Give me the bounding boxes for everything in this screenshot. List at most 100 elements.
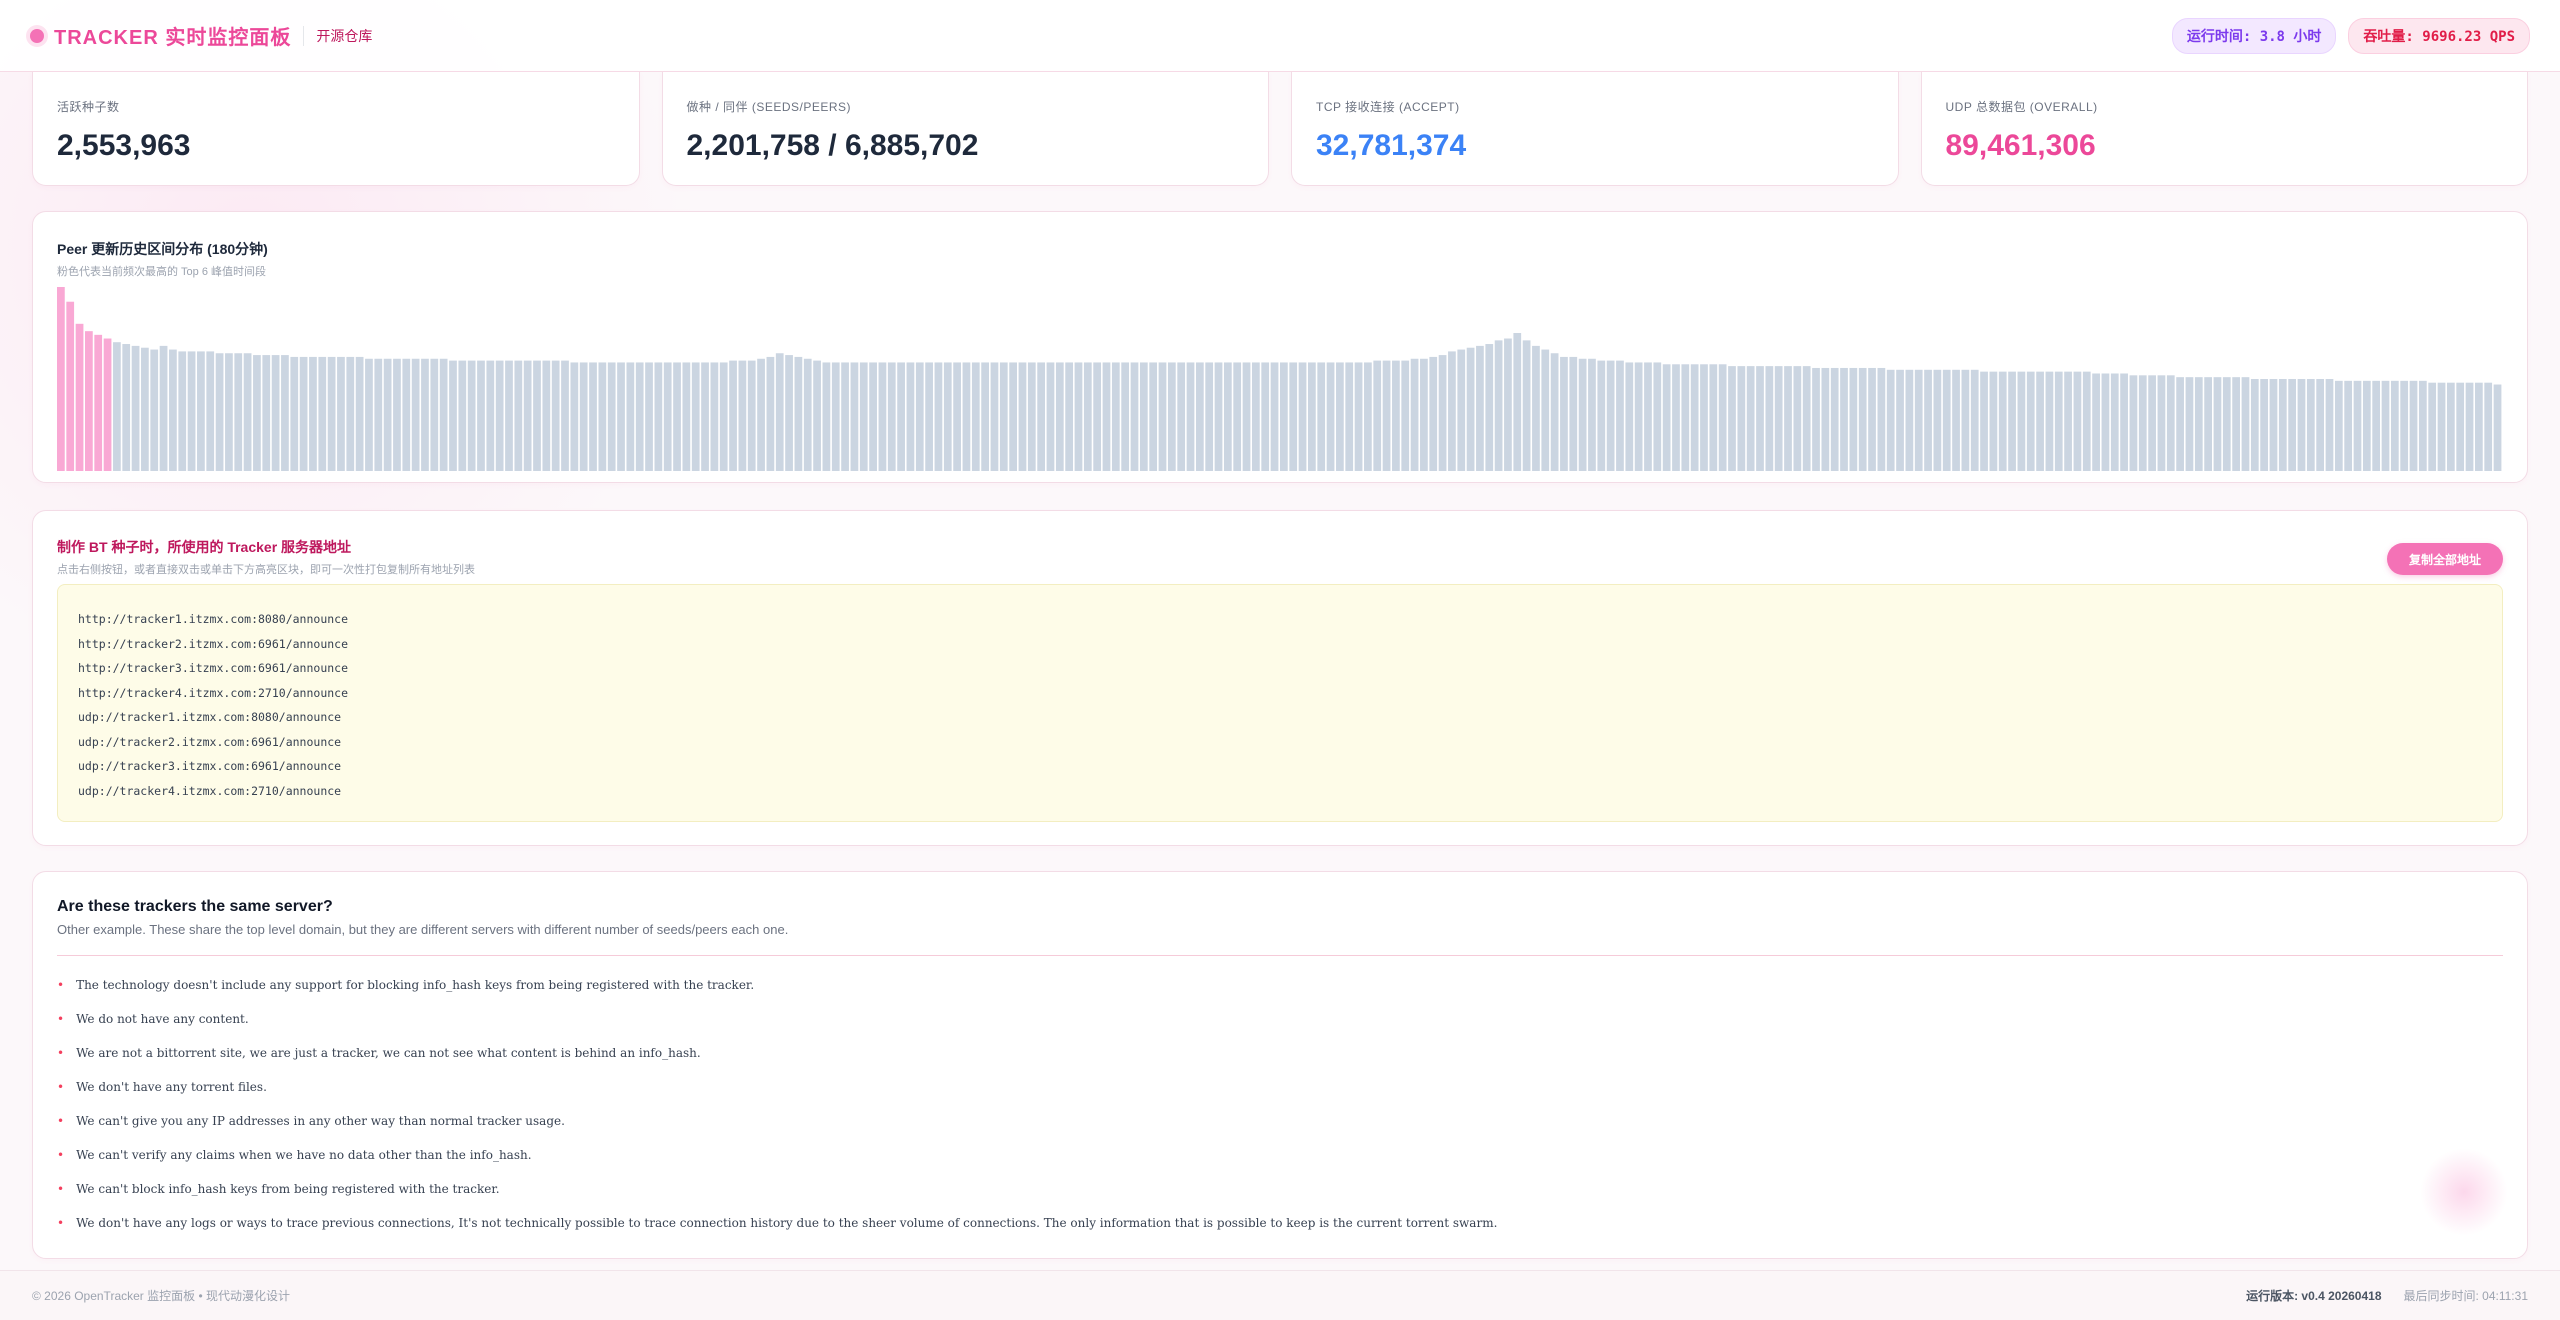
- chart-bar: [2362, 380, 2371, 471]
- chart-bar: [449, 360, 457, 471]
- chart-bar: [2148, 375, 2156, 471]
- chart-bar: [598, 362, 607, 471]
- list-item: • We are not a bittorrent site, we are ju…: [57, 1036, 2503, 1070]
- version-label: 运行版本: v0.4 20260418: [2246, 1289, 2382, 1303]
- chart-bar: [2269, 379, 2278, 471]
- chart-bar: [1821, 367, 1830, 471]
- chart-bar: [953, 362, 961, 471]
- chart-bar: [1373, 360, 1382, 471]
- chart-bar: [1037, 362, 1046, 471]
- chart-bar: [1027, 362, 1036, 471]
- chart-bar: [906, 362, 915, 471]
- chart-bar: [2316, 379, 2325, 471]
- page-footer: © 2026 OpenTracker 监控面板 • 现代动漫化设计 运行版本: …: [0, 1270, 2560, 1320]
- chart-bar: [757, 358, 765, 471]
- chart-bar: [1438, 355, 1447, 471]
- chart-bar: [570, 362, 579, 471]
- chart-bar: [57, 287, 65, 471]
- chart-bar: [673, 362, 681, 471]
- chart-bar: [1728, 366, 1736, 471]
- chart-bar: [75, 323, 84, 471]
- chart-bar: [1718, 364, 1727, 471]
- chart-bar: [1345, 362, 1354, 471]
- chart-bar: [94, 334, 103, 471]
- chart-bar: [1111, 362, 1120, 471]
- chart-bar: [318, 356, 327, 471]
- chart-bar: [365, 358, 373, 471]
- footer-meta: 运行版本: v0.4 20260418 最后同步时间: 04:11:31: [2246, 1287, 2528, 1304]
- chart-bar: [2334, 380, 2343, 471]
- chart-bar: [225, 353, 233, 471]
- chart-bar: [1065, 362, 1074, 471]
- chart-bar: [1242, 362, 1251, 471]
- chart-bar: [533, 360, 541, 471]
- tracker-url-box[interactable]: http://tracker1.itzmx.com:8080/announce …: [57, 584, 2503, 822]
- chart-bar: [1102, 362, 1111, 471]
- chart-bar: [2484, 382, 2493, 471]
- chart-bar: [2194, 377, 2203, 471]
- chart-bar: [1009, 362, 1017, 471]
- tracker-url: http://tracker1.itzmx.com:8080/announce: [78, 612, 349, 626]
- chart-bar: [2232, 377, 2240, 471]
- faq-item-text: We are not a bittorrent site, we are jus…: [76, 1046, 701, 1060]
- chart-bar: [1130, 362, 1139, 471]
- chart-bar: [561, 360, 569, 471]
- chart-bar: [2036, 371, 2044, 471]
- chart-bar: [663, 362, 672, 471]
- faq-item-text: We can't verify any claims when we have …: [76, 1148, 532, 1162]
- chart-bar: [1998, 371, 2007, 471]
- chart-bar: [2110, 373, 2119, 471]
- chart-bar: [869, 362, 877, 471]
- chart-bar: [2400, 380, 2409, 471]
- logo-dot-icon: [30, 28, 44, 43]
- chart-bar: [355, 356, 364, 471]
- chart-bar: [1886, 369, 1895, 471]
- chart-bar: [159, 345, 168, 471]
- chart-bar: [1924, 369, 1932, 471]
- chart-bar: [2241, 377, 2250, 471]
- stat-label: 活跃种子数: [57, 100, 120, 114]
- chart-bar: [1448, 351, 1456, 471]
- chart-bar: [1205, 362, 1214, 471]
- chart-bar: [1877, 367, 1886, 471]
- chart-bar: [1989, 371, 1998, 471]
- chart-bar: [467, 360, 476, 471]
- chart-bar: [981, 362, 989, 471]
- chart-bar: [2456, 382, 2465, 471]
- bullet-icon: •: [57, 978, 65, 992]
- chart-bar: [1709, 364, 1718, 471]
- faq-title: Are these trackers the same server?: [57, 898, 333, 915]
- chart-bar: [2176, 377, 2184, 471]
- copy-all-button[interactable]: 复制全部地址: [2387, 543, 2503, 575]
- faq-list: • The technology doesn't include any supp…: [57, 968, 2503, 1240]
- list-item: • The technology doesn't include any supp…: [57, 968, 2503, 1002]
- chart-bar: [1961, 369, 1970, 471]
- chart-bar: [1634, 362, 1643, 471]
- chart-bar: [2260, 379, 2269, 471]
- chart-bar: [1522, 340, 1531, 471]
- chart-bar: [1849, 367, 1858, 471]
- chart-bar: [1541, 349, 1550, 471]
- stat-label: UDP 总数据包 (OVERALL): [1945, 100, 2098, 114]
- chart-bar: [803, 358, 812, 471]
- faq-item-text: We don't have any logs or ways to trace …: [76, 1216, 1498, 1230]
- chart-bar: [262, 355, 271, 471]
- chart-bar: [1074, 362, 1083, 471]
- chart-bar: [2082, 371, 2091, 471]
- faq-item-text: We don't have any torrent files.: [76, 1080, 267, 1094]
- chart-bar: [337, 356, 345, 471]
- tracker-url: http://tracker3.itzmx.com:6961/announce: [78, 661, 349, 675]
- chart-bar: [253, 355, 261, 471]
- chart-bar: [1681, 364, 1690, 471]
- chart-bar: [2008, 371, 2016, 471]
- chart-bar: [701, 362, 709, 471]
- chart-bar: [1280, 362, 1288, 471]
- repo-link[interactable]: 开源仓库: [316, 26, 372, 46]
- chart-bar: [682, 362, 691, 471]
- chart-bar: [187, 351, 196, 471]
- chart-bar: [169, 349, 177, 471]
- chart-bar: [103, 338, 112, 471]
- chart-bar: [1121, 362, 1130, 471]
- chart-bar: [999, 362, 1008, 471]
- stat-label: 做种 / 同伴 (SEEDS/PEERS): [686, 100, 852, 114]
